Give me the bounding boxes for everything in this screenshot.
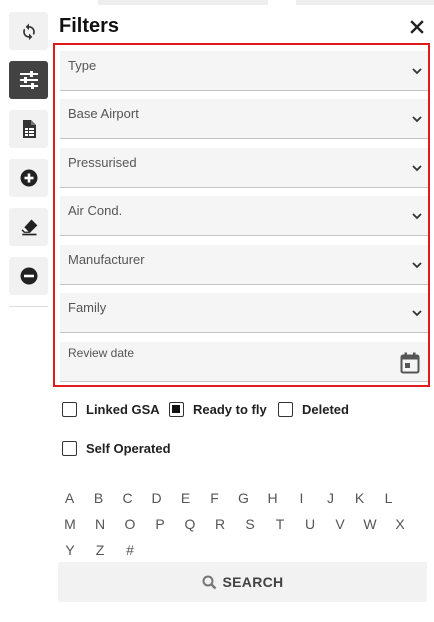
self-operated-checkbox[interactable]: Self Operated [62,438,171,458]
search-button[interactable]: SEARCH [58,562,427,602]
letter-y[interactable]: Y [57,539,83,561]
letter-q[interactable]: Q [177,513,203,535]
alphabet-row: M N O P Q R S T U V W X [57,511,427,537]
linked-gsa-checkbox[interactable]: Linked GSA [62,399,160,419]
letter-hash[interactable]: # [117,539,143,561]
checkbox-box-checked[interactable] [169,401,184,417]
letter-v[interactable]: V [327,513,353,535]
letter-o[interactable]: O [117,513,143,535]
pressurised-select[interactable]: Pressurised [60,148,428,188]
letter-i[interactable]: I [289,487,314,509]
letter-j[interactable]: J [318,487,343,509]
filter-fields-highlight: Type Base Airport Pressurised Air Cond. … [53,43,430,387]
chevron-down-icon [412,68,422,75]
chevron-down-icon [412,213,422,220]
review-date-field[interactable]: Review date [60,342,428,382]
checkbox-box[interactable] [278,401,293,417]
checkbox-box[interactable] [62,401,77,417]
close-icon [410,20,424,34]
remove-button[interactable] [9,257,48,295]
letter-u[interactable]: U [297,513,323,535]
letter-g[interactable]: G [231,487,256,509]
left-toolbar [9,12,48,307]
alphabet-filter: A B C D E F G H I J K L M N O P Q R S T … [57,485,427,563]
air-cond-select[interactable]: Air Cond. [60,196,428,236]
letter-l[interactable]: L [376,487,401,509]
chevron-down-icon [412,310,422,317]
ready-to-fly-checkbox[interactable]: Ready to fly [169,399,267,419]
letter-c[interactable]: C [115,487,140,509]
manufacturer-select[interactable]: Manufacturer [60,245,428,285]
family-label: Family [68,300,107,315]
letter-k[interactable]: K [347,487,372,509]
close-button[interactable] [408,16,426,38]
chevron-down-icon [412,262,422,269]
chevron-down-icon [412,116,422,123]
letter-r[interactable]: R [207,513,233,535]
base-airport-select[interactable]: Base Airport [60,99,428,139]
spreadsheet-icon [22,120,36,138]
letter-m[interactable]: M [57,513,83,535]
refresh-icon [22,23,35,41]
filters-toggle-button[interactable] [9,61,48,99]
letter-a[interactable]: A [57,487,82,509]
letter-d[interactable]: D [144,487,169,509]
review-date-label: Review date [68,346,135,360]
ready-to-fly-label: Ready to fly [193,401,267,417]
eraser-icon [21,219,37,236]
air-cond-label: Air Cond. [68,203,123,218]
linked-gsa-label: Linked GSA [86,401,160,417]
family-select[interactable]: Family [60,293,428,333]
panel-title: Filters [59,15,120,37]
letter-x[interactable]: X [387,513,413,535]
refresh-button[interactable] [9,12,48,50]
top-tab-strip [98,0,268,5]
letter-b[interactable]: B [86,487,111,509]
search-icon [202,575,216,589]
add-button[interactable] [9,159,48,197]
letter-p[interactable]: P [147,513,173,535]
checkbox-box[interactable] [62,440,77,456]
sliders-icon [19,71,38,89]
letter-t[interactable]: T [267,513,293,535]
type-label: Type [68,58,97,73]
letter-s[interactable]: S [237,513,263,535]
base-airport-label: Base Airport [68,106,139,121]
type-select[interactable]: Type [60,51,428,91]
alphabet-row: A B C D E F G H I J K L [57,485,427,511]
alphabet-row: Y Z # [57,537,427,563]
calendar-icon[interactable] [400,352,420,374]
deleted-checkbox[interactable]: Deleted [278,399,349,419]
self-operated-label: Self Operated [86,440,171,456]
letter-e[interactable]: E [173,487,198,509]
add-circle-icon [20,169,37,187]
letter-z[interactable]: Z [87,539,113,561]
export-spreadsheet-button[interactable] [9,110,48,148]
toolbar-divider [9,306,48,307]
manufacturer-label: Manufacturer [68,252,145,267]
top-tab-strip [296,0,434,5]
letter-f[interactable]: F [202,487,227,509]
letter-h[interactable]: H [260,487,285,509]
letter-w[interactable]: W [357,513,383,535]
remove-circle-icon [20,267,37,285]
chevron-down-icon [412,165,422,172]
deleted-label: Deleted [302,401,349,417]
search-button-label: SEARCH [222,574,284,590]
pressurised-label: Pressurised [68,155,137,170]
clear-button[interactable] [9,208,48,246]
letter-n[interactable]: N [87,513,113,535]
